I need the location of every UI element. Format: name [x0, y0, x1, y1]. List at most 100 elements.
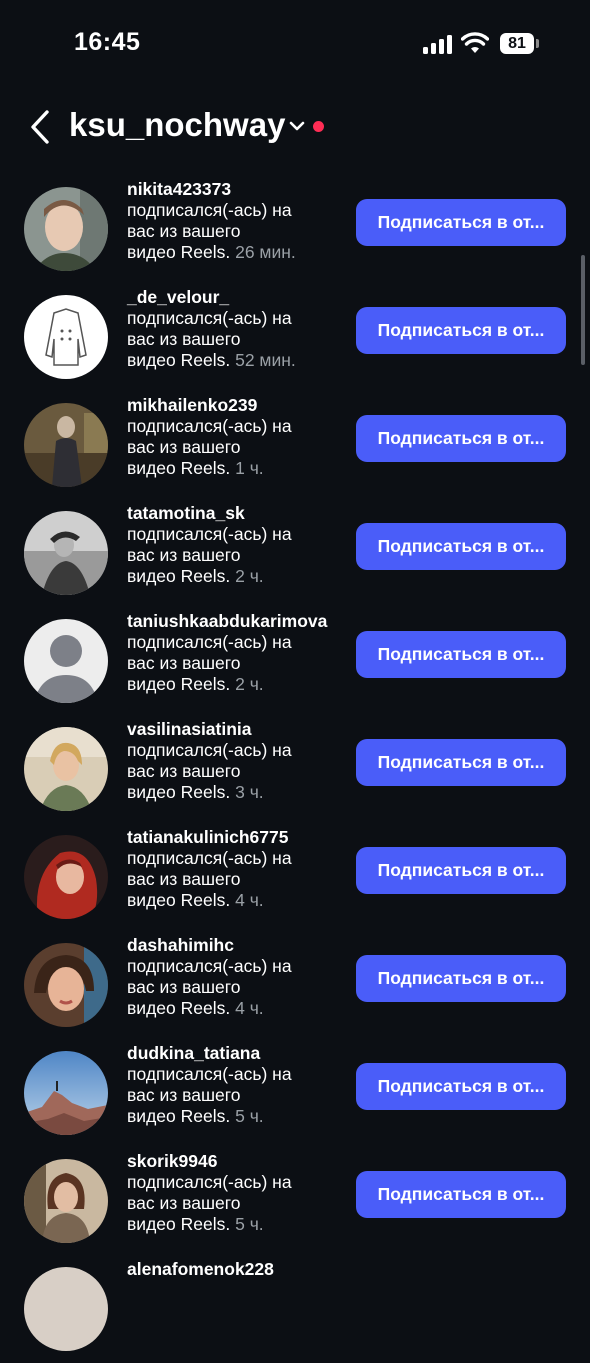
notification-line-last: видео Reels. 3 ч. — [127, 782, 347, 803]
follow-back-button[interactable]: Подписаться в от... — [356, 955, 566, 1002]
notification-line-last: видео Reels. 4 ч. — [127, 998, 347, 1019]
notification-username[interactable]: skorik9946 — [127, 1151, 347, 1172]
list-item: dashahimihc подписался(-ась) на вас из в… — [0, 931, 590, 1039]
time-ago: 5 ч. — [235, 1214, 264, 1234]
avatar[interactable] — [24, 187, 108, 271]
notification-text: dashahimihc подписался(-ась) на вас из в… — [127, 935, 347, 1019]
notification-line: подписался(-ась) на — [127, 1064, 292, 1084]
notification-line: подписался(-ась) на — [127, 416, 292, 436]
chevron-down-icon[interactable] — [288, 118, 306, 134]
list-item: taniushkaabdukarimova подписался(-ась) н… — [0, 607, 590, 715]
notification-line-last: видео Reels. 2 ч. — [127, 566, 347, 587]
header: ksu_nochway — [0, 100, 590, 155]
blonde-woman-photo-avatar — [24, 727, 108, 811]
time-ago: 26 мин. — [235, 242, 296, 262]
notification-line-last: видео Reels. 5 ч. — [127, 1214, 347, 1235]
back-arrow-icon[interactable] — [28, 108, 54, 146]
notification-line: подписался(-ась) на — [127, 1172, 292, 1192]
notification-username[interactable]: dashahimihc — [127, 935, 347, 956]
avatar[interactable] — [24, 403, 108, 487]
notification-username[interactable]: alenafomenok228 — [127, 1259, 347, 1280]
notification-username[interactable]: nikita423373 — [127, 179, 347, 200]
list-item: tatianakulinich6775 подписался(-ась) на … — [0, 823, 590, 931]
avatar[interactable] — [24, 727, 108, 811]
follow-back-button[interactable]: Подписаться в от... — [356, 199, 566, 246]
notification-line: подписался(-ась) на — [127, 200, 292, 220]
red-hair-woman-photo-avatar — [24, 835, 108, 919]
notification-username[interactable]: _de_velour_ — [127, 287, 347, 308]
notification-text: mikhailenko239 подписался(-ась) на вас и… — [127, 395, 347, 479]
time-ago: 2 ч. — [235, 674, 264, 694]
woman-room-photo-avatar — [24, 403, 108, 487]
notification-username[interactable]: dudkina_tatiana — [127, 1043, 347, 1064]
notification-line: вас из вашего — [127, 329, 241, 349]
notification-username[interactable]: taniushkaabdukarimova — [127, 611, 347, 632]
follow-back-button[interactable]: Подписаться в от... — [356, 1171, 566, 1218]
avatar[interactable] — [24, 295, 108, 379]
follow-back-button[interactable]: Подписаться в от... — [356, 739, 566, 786]
notification-line: подписался(-ась) на — [127, 524, 292, 544]
reels-text: видео Reels. — [127, 566, 231, 586]
time-ago: 3 ч. — [235, 782, 264, 802]
battery-icon: 81 — [500, 33, 534, 54]
avatar[interactable] — [24, 1159, 108, 1243]
battery-tip — [536, 39, 539, 48]
notification-text: vasilinasiatinia подписался(-ась) на вас… — [127, 719, 347, 803]
list-item: nikita423373 подписался(-ась) на вас из … — [0, 175, 590, 283]
reels-text: видео Reels. — [127, 350, 231, 370]
avatar[interactable] — [24, 943, 108, 1027]
follow-back-button[interactable]: Подписаться в от... — [356, 415, 566, 462]
mountain-photo-avatar — [24, 1051, 108, 1135]
boy-photo-avatar — [24, 187, 108, 271]
avatar[interactable] — [24, 619, 108, 703]
notification-text: taniushkaabdukarimova подписался(-ась) н… — [127, 611, 347, 695]
reels-text: видео Reels. — [127, 1106, 231, 1126]
notification-dot — [313, 121, 324, 132]
list-item: tatamotina_sk подписался(-ась) на вас из… — [0, 499, 590, 607]
notification-text: tatamotina_sk подписался(-ась) на вас из… — [127, 503, 347, 587]
notification-line-last: видео Reels. 1 ч. — [127, 458, 347, 479]
list-item: skorik9946 подписался(-ась) на вас из ва… — [0, 1147, 590, 1255]
notification-line: подписался(-ась) на — [127, 956, 292, 976]
wifi-icon — [461, 32, 489, 53]
time-ago: 1 ч. — [235, 458, 264, 478]
notification-line: подписался(-ась) на — [127, 632, 292, 652]
follow-back-button[interactable]: Подписаться в от... — [356, 847, 566, 894]
notification-line: вас из вашего — [127, 1085, 241, 1105]
avatar[interactable] — [24, 835, 108, 919]
bw-woman-photo-avatar — [24, 511, 108, 595]
default-avatar-icon — [24, 619, 108, 703]
notification-line: подписался(-ась) на — [127, 848, 292, 868]
notification-username[interactable]: tatianakulinich6775 — [127, 827, 347, 848]
follow-back-button[interactable]: Подписаться в от... — [356, 631, 566, 678]
time-ago: 5 ч. — [235, 1106, 264, 1126]
list-item: _de_velour_ подписался(-ась) на вас из в… — [0, 283, 590, 391]
list-item: mikhailenko239 подписался(-ась) на вас и… — [0, 391, 590, 499]
notification-line: подписался(-ась) на — [127, 308, 292, 328]
time-ago: 2 ч. — [235, 566, 264, 586]
list-item: vasilinasiatinia подписался(-ась) на вас… — [0, 715, 590, 823]
notification-text: _de_velour_ подписался(-ась) на вас из в… — [127, 287, 347, 371]
notification-line-last: видео Reels. 4 ч. — [127, 890, 347, 911]
notification-username[interactable]: vasilinasiatinia — [127, 719, 347, 740]
reels-text: видео Reels. — [127, 458, 231, 478]
woman-selfie-photo-avatar — [24, 943, 108, 1027]
follow-back-button[interactable]: Подписаться в от... — [356, 523, 566, 570]
notification-line: вас из вашего — [127, 221, 241, 241]
notification-line-last: видео Reels. 52 мин. — [127, 350, 347, 371]
notification-username[interactable]: tatamotina_sk — [127, 503, 347, 524]
notification-text: dudkina_tatiana подписался(-ась) на вас … — [127, 1043, 347, 1127]
avatar[interactable] — [24, 511, 108, 595]
notification-line: вас из вашего — [127, 977, 241, 997]
avatar[interactable] — [24, 1051, 108, 1135]
notification-username[interactable]: mikhailenko239 — [127, 395, 347, 416]
follow-back-button[interactable]: Подписаться в от... — [356, 1063, 566, 1110]
notification-line: вас из вашего — [127, 545, 241, 565]
notification-line: вас из вашего — [127, 653, 241, 673]
list-item: alenafomenok228 — [0, 1255, 590, 1363]
notification-line: вас из вашего — [127, 437, 241, 457]
reels-text: видео Reels. — [127, 998, 231, 1018]
status-time: 16:45 — [74, 28, 141, 56]
account-username-title[interactable]: ksu_nochway — [69, 106, 285, 144]
follow-back-button[interactable]: Подписаться в от... — [356, 307, 566, 354]
